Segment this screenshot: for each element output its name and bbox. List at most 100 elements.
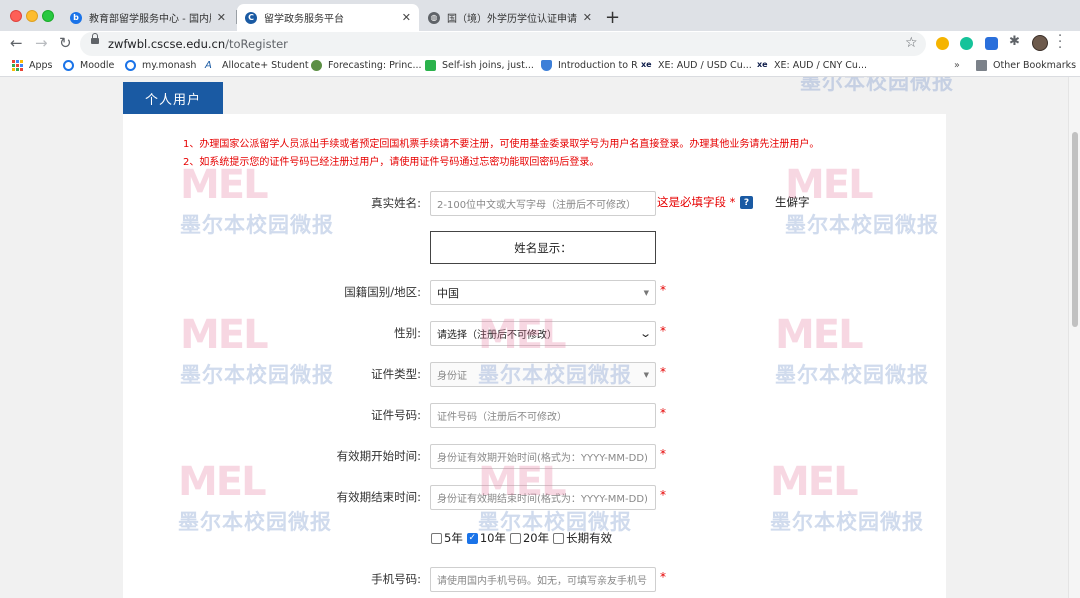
bing-icon: b xyxy=(70,11,82,24)
page-scrollbar[interactable] xyxy=(1068,77,1080,598)
required-mark: * xyxy=(660,488,666,502)
required-mark: * xyxy=(660,447,666,461)
bookmark-forecasting[interactable]: Forecasting: Princ... xyxy=(311,60,422,71)
apps-grid-icon xyxy=(12,60,23,71)
close-tab-icon[interactable]: ✕ xyxy=(217,11,226,24)
reload-icon[interactable]: ↻ xyxy=(59,34,72,52)
site-favicon-icon: C xyxy=(245,11,257,24)
real-name-input[interactable]: 2-100位中文或大写字母（注册后不可修改） xyxy=(430,191,656,216)
bookmark-xe-cny[interactable]: xe XE: AUD / CNY Cu... xyxy=(757,60,867,71)
bookmark-my-monash[interactable]: my.monash xyxy=(125,60,196,71)
xe-icon: xe xyxy=(641,60,652,69)
tab-label: 国（境）外学历学位认证申请材料 xyxy=(447,14,577,25)
browser-menu-icon[interactable]: · · · xyxy=(1058,30,1062,55)
minimize-window-button[interactable] xyxy=(26,10,38,22)
registration-form-card xyxy=(123,114,946,598)
browser-titlebar: b 教育部留学服务中心 - 国内版 Bi ✕ C 留学政务服务平台 ✕ ◍ 国（… xyxy=(0,0,1080,31)
monash-icon xyxy=(125,60,136,71)
valid-start-input[interactable]: 身份证有效期开始时间(格式为：YYYY-MM-DD) xyxy=(430,444,656,469)
address-bar[interactable]: zwfwbl.cscse.edu.cn/toRegister ☆ xyxy=(80,32,926,56)
dropdown-caret-icon: ▼ xyxy=(643,289,649,297)
phone-label: 手机号码: xyxy=(371,572,421,586)
bookmark-star-icon[interactable]: ☆ xyxy=(905,35,918,51)
tab-label: 教育部留学服务中心 - 国内版 Bi xyxy=(89,14,211,25)
close-window-button[interactable] xyxy=(10,10,22,22)
rare-character-button[interactable]: 生僻字 xyxy=(775,194,810,210)
lock-icon xyxy=(91,33,99,44)
bookmark-allocate[interactable]: A Allocate+ Student xyxy=(205,60,309,71)
extension-icon[interactable] xyxy=(936,37,949,50)
tab-personal-user[interactable]: 个人用户 xyxy=(123,82,223,114)
close-tab-icon[interactable]: ✕ xyxy=(583,11,592,24)
real-name-label: 真实姓名: xyxy=(371,196,421,210)
bookmark-xe-usd[interactable]: xe XE: AUD / USD Cu... xyxy=(641,60,752,71)
shield-icon xyxy=(541,60,552,71)
valid-end-label: 有效期结束时间: xyxy=(336,490,421,504)
validity-option-10y[interactable]: ✓ 10年 xyxy=(466,530,506,546)
help-icon[interactable]: ? xyxy=(740,196,753,209)
required-mark: * xyxy=(660,365,666,379)
gender-select[interactable]: 请选择（注册后不可修改） ⌄ xyxy=(430,321,656,346)
forward-arrow-icon[interactable]: → xyxy=(35,34,48,52)
puzzle-extensions-icon[interactable]: ✱ xyxy=(1009,34,1022,49)
required-mark: * xyxy=(660,283,666,297)
phone-input[interactable]: 请使用国内手机号码。如无，可填写亲友手机号 xyxy=(430,567,656,592)
dropdown-caret-icon: ▼ xyxy=(643,371,649,379)
required-field-note: 这是必填字段 * xyxy=(657,195,736,209)
validity-period-options: 5年 ✓ 10年 20年 长期有效 xyxy=(431,530,616,546)
maximize-window-button[interactable] xyxy=(42,10,54,22)
r-icon xyxy=(425,60,436,71)
bookmarks-overflow-button[interactable]: » xyxy=(954,60,960,71)
valid-end-input[interactable]: 身份证有效期结束时间(格式为：YYYY-MM-DD) xyxy=(430,485,656,510)
url-text: zwfwbl.cscse.edu.cn/toRegister xyxy=(108,37,288,51)
bookmark-intro-to-r[interactable]: Introduction to R xyxy=(541,60,638,71)
browser-toolbar: ← → ↻ zwfwbl.cscse.edu.cn/toRegister ☆ xyxy=(0,31,1080,58)
valid-start-label: 有效期开始时间: xyxy=(336,449,421,463)
validity-option-permanent[interactable]: 长期有效 xyxy=(553,530,612,546)
browser-tab-degree-cert[interactable]: ◍ 国（境）外学历学位认证申请材料 ✕ xyxy=(420,4,600,31)
gender-label: 性别: xyxy=(394,326,421,340)
required-mark: * xyxy=(660,570,666,584)
bookmark-self-ish-joins[interactable]: Self-ish joins, just... xyxy=(425,60,534,71)
tab-label: 留学政务服务平台 xyxy=(264,14,344,25)
close-tab-icon[interactable]: ✕ xyxy=(402,11,411,24)
chevron-down-icon: ⌄ xyxy=(638,327,652,340)
notice-line-1: 1、办理国家公派留学人员派出手续或者预定回国机票手续请不要注册，可使用基金委录取… xyxy=(183,139,820,150)
nationality-select[interactable]: 中国 ▼ xyxy=(430,280,656,305)
id-number-input[interactable]: 证件号码（注册后不可修改） xyxy=(430,403,656,428)
nationality-label: 国籍国别/地区: xyxy=(344,285,421,299)
back-arrow-icon[interactable]: ← xyxy=(10,34,23,52)
extension-icon[interactable] xyxy=(985,37,998,50)
name-display-box: 姓名显示： xyxy=(430,231,656,264)
checkbox[interactable] xyxy=(553,532,565,544)
grammarly-icon[interactable] xyxy=(960,37,973,50)
id-type-select[interactable]: 身份证 ▼ xyxy=(430,362,656,387)
watermark: MEL墨尔本校园微报 xyxy=(800,77,954,94)
profile-avatar[interactable] xyxy=(1032,35,1048,51)
page-content: 个人用户 1、办理国家公派留学人员派出手续或者预定回国机票手续请不要注册，可使用… xyxy=(0,77,1080,598)
moodle-icon xyxy=(63,60,74,71)
folder-icon xyxy=(976,60,987,71)
id-type-label: 证件类型: xyxy=(371,367,421,381)
forecasting-icon xyxy=(311,60,322,71)
validity-option-20y[interactable]: 20年 xyxy=(509,530,549,546)
browser-tab-cscse-bing[interactable]: b 教育部留学服务中心 - 国内版 Bi ✕ xyxy=(62,4,234,31)
scrollbar-thumb[interactable] xyxy=(1072,132,1078,327)
bookmark-moodle[interactable]: Moodle xyxy=(63,60,114,71)
xe-icon: xe xyxy=(757,60,768,69)
required-mark: * xyxy=(660,406,666,420)
new-tab-plus-icon[interactable]: + xyxy=(605,7,620,28)
required-mark: * xyxy=(660,324,666,338)
validity-option-5y[interactable]: 5年 xyxy=(431,530,463,546)
checkbox[interactable] xyxy=(431,532,442,544)
bookmarks-bar: Apps Moodle my.monash A Allocate+ Student… xyxy=(0,58,1080,77)
browser-tab-register[interactable]: C 留学政务服务平台 ✕ xyxy=(237,4,419,31)
checkbox[interactable] xyxy=(509,532,521,544)
globe-icon: ◍ xyxy=(428,11,440,24)
allocate-icon: A xyxy=(205,60,212,71)
other-bookmarks[interactable]: Other Bookmarks xyxy=(976,60,1076,71)
bookmark-apps[interactable]: Apps xyxy=(12,60,53,71)
notice-line-2: 2、如系统提示您的证件号码已经注册过用户，请使用证件号码通过忘密功能取回密码后登… xyxy=(183,157,600,168)
checkbox-checked[interactable]: ✓ xyxy=(466,532,478,544)
id-number-label: 证件号码: xyxy=(371,408,421,422)
